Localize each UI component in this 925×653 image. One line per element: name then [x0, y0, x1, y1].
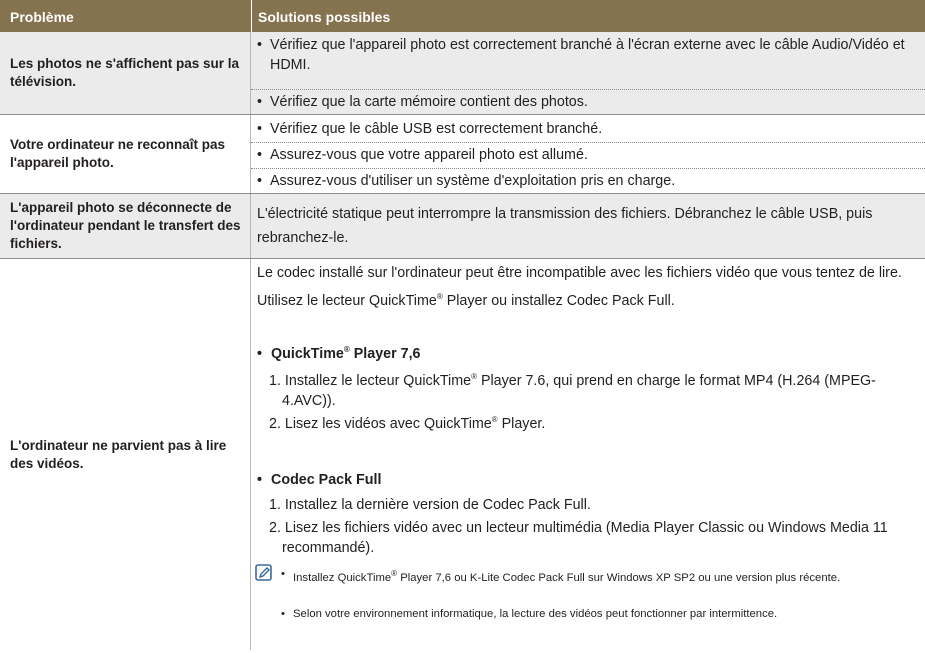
step-item: 2. Lisez les vidéos avec QuickTime® Play… — [269, 415, 546, 432]
solution-cell: Le codec installé sur l'ordinateur peut … — [251, 259, 925, 650]
registered-mark: ® — [491, 415, 498, 424]
section-title-quicktime: QuickTime® Player 7,6 — [257, 345, 421, 362]
solution-cell: L'électricité statique peut interrompre … — [251, 194, 925, 258]
header-problem: Problème — [10, 9, 74, 25]
solution-cell: Vérifiez que l'appareil photo est correc… — [251, 32, 925, 114]
solution-item: Vérifiez que la carte mémoire contient d… — [255, 92, 921, 112]
table-row: L'ordinateur ne parvient pas à lire des … — [0, 259, 925, 650]
note-block: Installez QuickTime® Player 7,6 ou K-Lit… — [251, 563, 925, 653]
table-row: Votre ordinateur ne reconnaît pas l'appa… — [0, 115, 925, 194]
table-row: Les photos ne s'affichent pas sur la tél… — [0, 32, 925, 115]
step-item: 2. Lisez les fichiers vidéo avec un lect… — [269, 520, 888, 556]
problem-text: L'ordinateur ne parvient pas à lire des … — [10, 437, 227, 471]
table-header: Problème Solutions possibles — [0, 0, 925, 32]
note-pencil-icon — [255, 564, 272, 581]
registered-mark: ® — [471, 372, 477, 381]
problem-text: Votre ordinateur ne reconnaît pas l'appa… — [10, 137, 226, 170]
solution-text: L'électricité statique peut interrompre … — [257, 206, 873, 246]
solution-item: Vérifiez que l'appareil photo est correc… — [255, 35, 921, 75]
intro-text: Le codec installé sur l'ordinateur peut … — [257, 265, 902, 309]
dotted-divider — [251, 168, 925, 169]
note-item: Installez QuickTime® Player 7,6 ou K-Lit… — [281, 565, 917, 587]
registered-mark: ® — [436, 292, 443, 301]
problem-cell: Les photos ne s'affichent pas sur la tél… — [0, 32, 251, 114]
dotted-divider — [251, 142, 925, 143]
problem-cell: L'appareil photo se déconnecte de l'ordi… — [0, 194, 251, 258]
registered-mark: ® — [343, 345, 350, 354]
header-divider — [251, 0, 252, 32]
solution-item: Assurez-vous d'utiliser un système d'exp… — [255, 171, 921, 191]
registered-mark: ® — [391, 569, 398, 578]
dotted-divider — [251, 89, 925, 90]
solution-item: Vérifiez que le câble USB est correcteme… — [255, 119, 921, 139]
section-title-codec: Codec Pack Full — [257, 472, 381, 488]
problem-cell: Votre ordinateur ne reconnaît pas l'appa… — [0, 115, 251, 193]
step-item: 1. Installez la dernière version de Code… — [269, 497, 591, 513]
table-row: L'appareil photo se déconnecte de l'ordi… — [0, 194, 925, 259]
header-solutions: Solutions possibles — [258, 9, 391, 25]
step-item: 1. Installez le lecteur QuickTime® Playe… — [269, 372, 876, 409]
solution-cell: Vérifiez que le câble USB est correcteme… — [251, 115, 925, 193]
problem-text: L'appareil photo se déconnecte de l'ordi… — [10, 200, 241, 251]
note-item: Selon votre environnement informatique, … — [281, 605, 917, 623]
problem-cell: L'ordinateur ne parvient pas à lire des … — [0, 259, 251, 650]
solution-item: Assurez-vous que votre appareil photo es… — [255, 145, 921, 165]
problem-text: Les photos ne s'affichent pas sur la tél… — [10, 56, 240, 89]
